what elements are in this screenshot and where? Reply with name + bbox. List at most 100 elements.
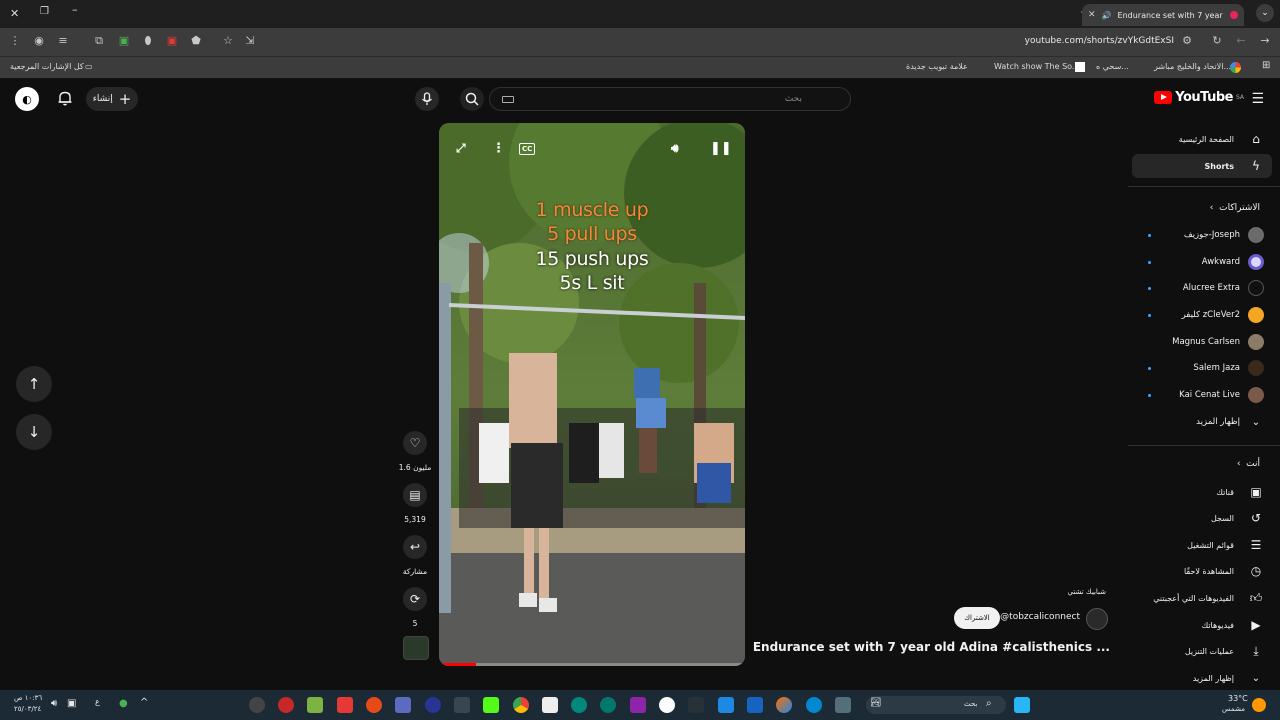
subscription-item[interactable]: Alucree Extra: [1134, 278, 1264, 298]
app-icon-red[interactable]: [278, 697, 294, 713]
profile-icon[interactable]: ◉: [32, 34, 46, 48]
settings-app-icon[interactable]: [249, 697, 265, 713]
store-icon[interactable]: [718, 697, 734, 713]
task-view-icon[interactable]: [835, 697, 851, 713]
sidebar-item-your-videos[interactable]: فيديوهاتك ▶: [1132, 613, 1272, 637]
pause-icon[interactable]: ❚❚: [710, 141, 732, 156]
voice-search-button[interactable]: [415, 87, 439, 111]
subscription-item[interactable]: كليفر zCleVer2: [1134, 305, 1264, 325]
bookmark-new-tab[interactable]: علامة تبويب جديدة: [906, 62, 968, 71]
weather-temp[interactable]: 33°C: [1228, 694, 1248, 703]
restore-window-icon[interactable]: ❐: [40, 6, 49, 17]
display-tray-icon[interactable]: ▣: [67, 698, 76, 709]
channel-handle[interactable]: @tobzcaliconnect: [1000, 612, 1080, 622]
shorts-video-player[interactable]: ⤢ ⋮ CC 🔊︎ ❚❚ 1 muscle up 5 pull ups 15 p…: [439, 123, 745, 666]
share-button[interactable]: ↩: [403, 535, 427, 559]
bookmark-tiktok[interactable]: سحي ه...: [1096, 62, 1129, 71]
extension-shield-icon[interactable]: ⬮: [141, 34, 155, 48]
app-icon-green[interactable]: [307, 697, 323, 713]
app-icon-lightning[interactable]: [454, 697, 470, 713]
app-icon-teal[interactable]: [571, 697, 587, 713]
app-icon-dark[interactable]: [425, 697, 441, 713]
minimize-window-icon[interactable]: –: [72, 3, 78, 16]
sidebar-item-downloads[interactable]: عمليات التنزيل ⤓: [1132, 639, 1272, 663]
volume-icon[interactable]: 🔊︎: [671, 141, 679, 156]
app-icon-photo[interactable]: [630, 697, 646, 713]
subscriptions-heading[interactable]: ‹ الاشتراكات: [1210, 203, 1260, 213]
create-button[interactable]: إنشاء +: [86, 87, 138, 111]
captions-icon[interactable]: CC: [519, 143, 536, 155]
subscription-item[interactable]: Magnus Carlsen: [1134, 332, 1264, 352]
close-window-icon[interactable]: ✕: [10, 7, 19, 20]
reload-icon[interactable]: ↻: [1210, 34, 1224, 48]
search-button[interactable]: [460, 87, 484, 111]
language-indicator[interactable]: ع: [95, 697, 100, 706]
taskbar-search[interactable]: بحث ⌕ 🏞︎: [866, 696, 1006, 714]
site-settings-icon[interactable]: ⚙: [1180, 34, 1194, 48]
youtube-logo[interactable]: YouTube SA: [1154, 90, 1244, 105]
sidebar-show-more[interactable]: إظهار المزيد ⌄: [1134, 412, 1264, 432]
clock-date[interactable]: ٢٥/٠٣/٢٤: [14, 705, 41, 713]
sidebar-item-liked-videos[interactable]: الفيديوهات التي أعجبتني 👍︎: [1132, 586, 1272, 610]
fullscreen-icon[interactable]: ⤢: [456, 141, 466, 156]
previous-short-button[interactable]: ↑: [16, 366, 52, 402]
bookmark-star-icon[interactable]: ☆: [221, 34, 235, 48]
sidebar-item-watch-later[interactable]: المشاهدة لاحقًا ◷: [1132, 559, 1272, 583]
sidebar-item-playlists[interactable]: قوائم التشغيل ☰: [1132, 533, 1272, 557]
comments-button[interactable]: ▤: [403, 483, 427, 507]
weather-desc[interactable]: مشمس: [1222, 705, 1245, 713]
windows-start-icon[interactable]: [1014, 697, 1030, 713]
microphone-tray-icon[interactable]: ●: [119, 698, 128, 709]
channel-avatar[interactable]: [1086, 608, 1108, 630]
install-icon[interactable]: ⇲: [243, 34, 257, 48]
wps-icon[interactable]: [337, 697, 353, 713]
tab-close-icon[interactable]: ✕: [1088, 10, 1096, 20]
subscription-item[interactable]: جوزيف-Joseph: [1134, 225, 1264, 245]
copilot-icon[interactable]: [776, 697, 792, 713]
apps-grid-icon[interactable]: ⊞: [1262, 60, 1270, 71]
sound-thumbnail[interactable]: [403, 636, 429, 660]
tray-expand-icon[interactable]: ^: [140, 697, 148, 708]
address-url[interactable]: youtube.com/shorts/zvYkGdtExSI: [1025, 36, 1174, 46]
app-icon-white[interactable]: [542, 697, 558, 713]
teams-icon[interactable]: [395, 697, 411, 713]
more-options-icon[interactable]: ⋮: [492, 141, 505, 156]
like-button[interactable]: ♡: [403, 431, 427, 455]
subscription-item[interactable]: Awkward: [1134, 252, 1264, 272]
back-icon[interactable]: →: [1258, 34, 1272, 48]
notifications-icon[interactable]: [57, 90, 73, 106]
menu-icon[interactable]: ⋮: [8, 34, 22, 48]
extension-gray-icon[interactable]: ⬟: [189, 34, 203, 48]
subscribe-button[interactable]: الاشتراك: [954, 607, 1000, 629]
app-icon-terminal[interactable]: [688, 697, 704, 713]
you-heading[interactable]: ‹ أنت: [1237, 459, 1260, 469]
edge-icon[interactable]: [806, 697, 822, 713]
short-title[interactable]: Endurance set with 7 year old Adina #cal…: [753, 640, 1110, 654]
subscription-item[interactable]: Salem Jaza: [1134, 358, 1264, 378]
clock-time[interactable]: ١٠:٣٦ ص: [14, 694, 42, 702]
app-icon-teal-2[interactable]: [600, 697, 616, 713]
tab-search-icon[interactable]: ⌄: [1256, 4, 1274, 22]
chrome-icon[interactable]: [513, 697, 529, 713]
account-avatar[interactable]: ◐: [15, 87, 39, 111]
sidebar-item-your-channel[interactable]: قناتك ▣: [1132, 480, 1272, 504]
progress-track[interactable]: [439, 663, 745, 666]
sidebar-item-shorts[interactable]: Shorts ϟ: [1132, 154, 1272, 178]
search-input[interactable]: [502, 88, 802, 110]
bookmark-watch-show[interactable]: Watch show The So...: [994, 62, 1080, 71]
extension-green-icon[interactable]: ▣: [117, 34, 131, 48]
outlook-icon[interactable]: [747, 697, 763, 713]
all-bookmarks-link[interactable]: كل الإشارات المرجعية: [10, 62, 84, 71]
reading-list-icon[interactable]: ≡: [56, 34, 70, 48]
reddit-like-icon[interactable]: [366, 697, 382, 713]
sidebar-item-history[interactable]: السجل ↺: [1132, 506, 1272, 530]
kick-icon[interactable]: [483, 697, 499, 713]
extension-red-icon[interactable]: ▣: [165, 34, 179, 48]
sidebar-item-show-more[interactable]: إظهار المزيد ⌄: [1132, 666, 1272, 690]
forward-icon[interactable]: ←: [1234, 34, 1248, 48]
bookmark-ittihad[interactable]: الاتحاد والخليج مباشر...: [1154, 62, 1231, 71]
keyboard-icon[interactable]: [502, 96, 514, 103]
hamburger-menu-icon[interactable]: ☰: [1251, 91, 1264, 107]
tab-active[interactable]: ✕ 🔊 Endurance set with 7 year o: [1082, 4, 1244, 26]
sidebar-item-home[interactable]: الصفحة الرئيسية ⌂: [1132, 127, 1272, 151]
